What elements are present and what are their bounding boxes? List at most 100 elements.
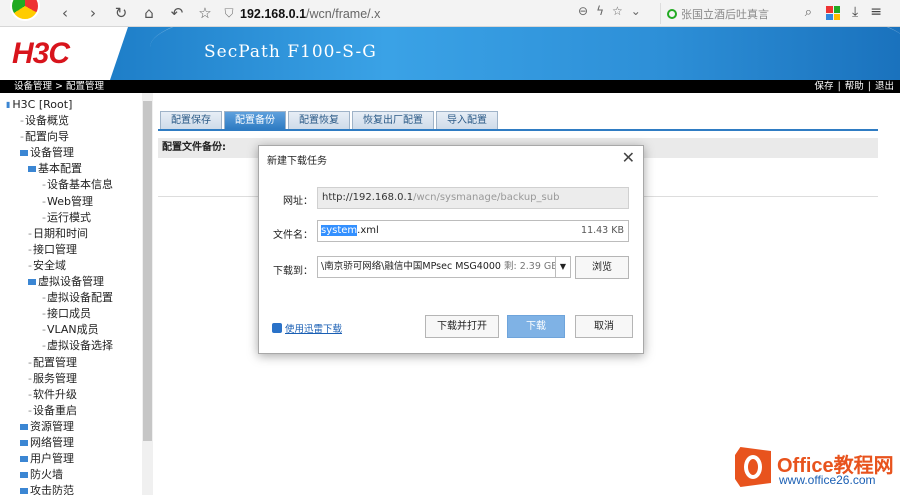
sidebar-item[interactable]: 设备管理: [6, 145, 113, 161]
cancel-button[interactable]: 取消: [575, 315, 633, 338]
refresh-icon[interactable]: ↻: [112, 4, 130, 22]
sidebar: ▮ H3C [Root] - 设备概览 - 配置向导 设备管理 基本配置 - 设备基本信息 - Web…: [0, 93, 153, 495]
folder-icon: [20, 488, 28, 495]
top-link[interactable]: 帮助: [845, 80, 864, 93]
folder-icon: [28, 166, 36, 173]
download-button[interactable]: 下载: [507, 315, 565, 338]
sidebar-item-label: H3C [Root]: [12, 98, 73, 111]
sidebar-item-label: 设备基本信息: [46, 178, 113, 192]
tab[interactable]: 配置备份: [224, 111, 286, 129]
sidebar-item[interactable]: - 虚拟设备选择: [6, 338, 113, 354]
chevron-down-icon[interactable]: ⌄: [631, 4, 641, 18]
favorite-icon[interactable]: ☆: [612, 4, 623, 18]
sidebar-item[interactable]: - VLAN成员: [6, 322, 113, 338]
sidebar-scrollbar[interactable]: [142, 93, 153, 495]
link-separator: |: [837, 81, 841, 92]
download-icon[interactable]: ⤓: [852, 4, 858, 20]
sidebar-item[interactable]: ▮ H3C [Root]: [6, 97, 113, 113]
tab[interactable]: 配置恢复: [288, 111, 350, 129]
home-icon[interactable]: ⌂: [140, 4, 158, 22]
tree-branch-icon: -: [28, 387, 32, 401]
flash-icon[interactable]: ϟ: [596, 4, 604, 18]
thunder-link[interactable]: 使用迅雷下载: [272, 321, 342, 335]
zoom-icon[interactable]: ⊖: [578, 4, 588, 18]
tree-branch-icon: -: [28, 403, 32, 417]
scroll-thumb[interactable]: [143, 101, 152, 441]
forward-icon[interactable]: ›: [84, 4, 102, 22]
sidebar-item[interactable]: 用户管理: [6, 451, 113, 467]
browser-logo-icon[interactable]: [10, 0, 40, 21]
filename-input[interactable]: system.xml 11.43 KB: [317, 220, 629, 242]
dialog-title: 新建下载任务: [267, 156, 327, 167]
back-icon[interactable]: ‹: [56, 4, 74, 22]
url-host: http://192.168.0.1: [322, 192, 414, 203]
tab[interactable]: 导入配置: [436, 111, 498, 129]
sidebar-item[interactable]: - 接口管理: [6, 242, 113, 258]
search-placeholder: 张国立酒后吐真言: [681, 7, 769, 21]
sidebar-item[interactable]: 虚拟设备管理: [6, 274, 113, 290]
tab[interactable]: 配置保存: [160, 111, 222, 129]
tab-bar: 配置保存 配置备份 配置恢复 恢复出厂配置 导入配置: [160, 111, 498, 129]
download-path-input[interactable]: \南京骄可网络\融信中国MPsec MSG4000 剩: 2.39 GB: [317, 256, 571, 278]
menu-icon[interactable]: ≡: [870, 4, 882, 20]
sidebar-item[interactable]: - 接口成员: [6, 306, 113, 322]
sidebar-item[interactable]: - 设备重启: [6, 403, 113, 419]
address-bar[interactable]: ⛉ 192.168.0.1 /wcn/frame/.x: [218, 3, 638, 24]
sidebar-item[interactable]: 网络管理: [6, 435, 113, 451]
root-node-icon: ▮: [6, 100, 11, 109]
download-dialog: 新建下载任务 ✕ 网址： http://192.168.0.1/wcn/sysm…: [258, 145, 644, 354]
search-engine-icon: [667, 8, 677, 19]
sidebar-item[interactable]: - 设备概览: [6, 113, 113, 129]
sidebar-item-label: 用户管理: [30, 452, 74, 466]
apps-icon[interactable]: [826, 6, 840, 20]
office-logo-icon: [735, 447, 771, 487]
sidebar-item[interactable]: - 运行模式: [6, 210, 113, 226]
sidebar-item[interactable]: - 设备基本信息: [6, 177, 113, 193]
sidebar-item[interactable]: - 服务管理: [6, 371, 113, 387]
sidebar-item-label: 基本配置: [38, 162, 82, 176]
sidebar-item-label: 虚拟设备选择: [46, 339, 113, 353]
tree-branch-icon: -: [42, 307, 46, 321]
tree-branch-icon: -: [28, 242, 32, 256]
top-link[interactable]: 退出: [875, 80, 894, 93]
sidebar-item-label: 接口管理: [32, 242, 77, 256]
toolbar-right: ⤓ ≡: [826, 4, 882, 20]
sidebar-item-label: 设备重启: [32, 403, 77, 417]
browse-button[interactable]: 浏览: [575, 256, 629, 279]
url-path: /wcn/sysmanage/backup_sub: [413, 192, 560, 203]
folder-icon: [20, 150, 28, 157]
sidebar-item-label: 虚拟设备管理: [38, 275, 104, 289]
sidebar-item[interactable]: 防火墙: [6, 467, 113, 483]
sidebar-item[interactable]: - 配置向导: [6, 129, 113, 145]
file-label: 文件名：: [273, 230, 313, 241]
sidebar-item[interactable]: - 日期和时间: [6, 226, 113, 242]
tree-branch-icon: -: [42, 323, 46, 337]
close-icon[interactable]: ✕: [622, 148, 635, 167]
tree-branch-icon: -: [42, 194, 46, 208]
sidebar-item[interactable]: - 虚拟设备配置: [6, 290, 113, 306]
search-icon[interactable]: ⌕: [805, 5, 812, 20]
sidebar-item[interactable]: - Web管理: [6, 194, 113, 210]
sidebar-item[interactable]: - 配置管理: [6, 355, 113, 371]
nav-tree: ▮ H3C [Root] - 设备概览 - 配置向导 设备管理 基本配置 - 设备基本信息 - Web…: [6, 97, 113, 495]
sidebar-item[interactable]: 攻击防范: [6, 483, 113, 495]
sidebar-item[interactable]: 基本配置: [6, 161, 113, 177]
url-label: 网址：: [283, 196, 313, 207]
sidebar-item[interactable]: - 软件升级: [6, 387, 113, 403]
download-path-dropdown[interactable]: ▼: [555, 256, 571, 278]
tree-branch-icon: -: [28, 355, 32, 369]
tree-branch-icon: -: [42, 291, 46, 305]
download-open-button[interactable]: 下载并打开: [425, 315, 499, 338]
address-path: /wcn/frame/.x: [306, 6, 381, 21]
thunder-label: 使用迅雷下载: [285, 324, 343, 335]
undo-icon[interactable]: ↶: [168, 4, 186, 22]
star-icon[interactable]: ☆: [196, 4, 214, 22]
top-link[interactable]: 保存: [815, 80, 834, 93]
tab[interactable]: 恢复出厂配置: [352, 111, 434, 129]
sidebar-item[interactable]: 资源管理: [6, 419, 113, 435]
sidebar-item-label: 配置向导: [24, 130, 69, 144]
sidebar-item[interactable]: - 安全域: [6, 258, 113, 274]
tree-branch-icon: -: [20, 130, 24, 144]
search-input[interactable]: 张国立酒后吐真言 ⌕: [660, 3, 816, 24]
browser-toolbar: ‹ › ↻ ⌂ ↶ ☆ ⛉ 192.168.0.1 /wcn/frame/.x …: [0, 0, 900, 27]
